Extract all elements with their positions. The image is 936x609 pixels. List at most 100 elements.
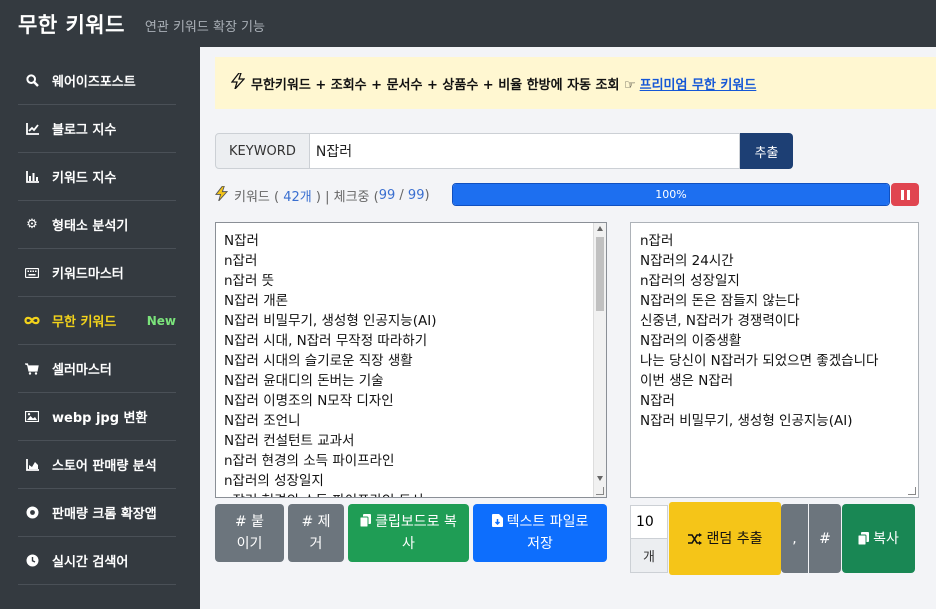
list-item: N잡러의 24시간 [640, 253, 734, 269]
sidebar-item-morpheme[interactable]: ⚙ 형태소 분석기 [18, 201, 176, 249]
comma-button[interactable]: , [781, 504, 808, 573]
scrollbar-thumb[interactable] [596, 237, 604, 311]
sidebar-item-label: 키워드 지수 [52, 171, 117, 186]
add-hash-button[interactable]: # 붙이기 [215, 504, 284, 562]
count-input[interactable] [630, 505, 668, 539]
shuffle-icon [687, 532, 702, 545]
save-text-button[interactable]: 텍스트 파일로 저장 [473, 504, 607, 562]
list-item: n잡러의 성장일지 [224, 473, 324, 489]
keyword-list-left[interactable]: N잡러 n잡러 n잡러 뜻 N잡러 개론 N잡러 비밀무기, 생성형 인공지능(AI) N… [215, 222, 607, 498]
resize-handle[interactable] [596, 487, 604, 495]
checked-count: 99 [378, 187, 396, 203]
sidebar-item-keyword-master[interactable]: 키워드마스터 [18, 249, 176, 297]
pause-icon [906, 189, 910, 200]
sidebar-item-label: 판매량 크롬 확장앱 [52, 507, 157, 522]
save-text-label: 텍스트 파일로 저장 [506, 514, 589, 552]
clipboard-copy-button[interactable]: 클립보드로 복사 [348, 504, 469, 562]
sidebar-item-chrome-extension[interactable]: 판매량 크롬 확장앱 [18, 489, 176, 537]
status-sep: / [399, 187, 404, 203]
line-chart-icon [24, 121, 40, 137]
new-badge: New [146, 313, 176, 328]
resize-handle[interactable] [908, 487, 916, 495]
sidebar-item-webp-convert[interactable]: webp jpg 변환 [18, 393, 176, 441]
total-count: 99 [407, 187, 425, 203]
list-item: N잡러 시대, N잡러 무작정 따라하기 [224, 333, 428, 349]
pause-button[interactable] [891, 183, 919, 206]
list-item: N잡러 이명조의 N모작 디자인 [224, 393, 394, 409]
keyword-input[interactable] [309, 133, 741, 169]
status-label: 키워드 ( [234, 189, 280, 205]
list-item: N잡러 윤대디의 돈버는 기술 [224, 373, 384, 389]
status-end: ) [424, 187, 430, 203]
count-suffix: 개 [630, 539, 668, 573]
bolt-icon [214, 185, 229, 205]
list-item: n잡러 뜻 [224, 273, 275, 289]
image-icon [24, 409, 40, 425]
add-hash-label: # 붙이기 [234, 514, 265, 552]
list-item: N잡러 컨설턴트 교과서 [224, 433, 355, 449]
list-item: N잡러 조언니 [224, 413, 301, 429]
copy-button[interactable]: 복사 [842, 504, 915, 573]
copy-icon [359, 514, 372, 528]
status-mid: ) | 체크중 ( [315, 189, 379, 205]
sidebar-item-label: 스토어 판매량 분석 [52, 459, 157, 474]
list-item: n잡러 [224, 253, 258, 269]
brand-subtitle: 연관 키워드 확장 기능 [144, 20, 265, 35]
sidebar-item-label: 형태소 분석기 [52, 219, 129, 234]
keyword-status: 키워드 ( 42개 ) | 체크중 (99 / 99) [214, 184, 430, 206]
sidebar-item-seller-master[interactable]: 셀러마스터 [18, 345, 176, 393]
sidebar-item-label: 키워드마스터 [52, 267, 124, 282]
scroll-up-icon [597, 226, 603, 231]
sidebar-item-keyword-index[interactable]: 키워드 지수 [18, 153, 176, 201]
sidebar-item-label: 실시간 검색어 [52, 555, 129, 570]
keyword-input-group: KEYWORD 추출 [215, 133, 793, 169]
cart-icon [24, 361, 40, 377]
scrollbar[interactable] [593, 223, 606, 497]
list-item: N잡러 비밀무기, 생성형 인공지능(AI) [640, 413, 853, 429]
premium-banner: 무한키워드 + 조회수 + 문서수 + 상품수 + 비율 한방에 자동 조회 ☞… [215, 57, 936, 109]
clock-icon [24, 553, 40, 569]
random-extract-button[interactable]: 랜덤 추출 [669, 502, 781, 575]
pause-icon [900, 189, 904, 200]
hash-button[interactable]: # [809, 504, 841, 573]
banner-text: 무한키워드 + 조회수 + 문서수 + 상품수 + 비율 한방에 자동 조회 ☞ [251, 77, 636, 93]
search-icon [24, 73, 40, 89]
copy-icon [858, 532, 870, 545]
premium-link[interactable]: 프리미엄 무한 키워드 [640, 74, 757, 93]
progress-fill: 100% [453, 184, 889, 205]
bar-chart-icon [24, 169, 40, 185]
list-item: N잡러의 이중생활 [640, 333, 742, 349]
list-item: N잡러 개론 [224, 293, 289, 309]
list-item: N잡러 [640, 393, 675, 409]
sidebar: 웨어이즈포스트 블로그 지수 키워드 지수 ⚙ 형태소 분석기 키워드마스터 무… [0, 47, 200, 609]
remove-hash-button[interactable]: # 제거 [288, 504, 344, 562]
sidebar-item-blog-index[interactable]: 블로그 지수 [18, 105, 176, 153]
sidebar-item-whereispost[interactable]: 웨어이즈포스트 [18, 57, 176, 105]
sidebar-item-store-sales[interactable]: 스토어 판매량 분석 [18, 441, 176, 489]
scroll-down-icon [597, 476, 603, 481]
sidebar-item-label: 웨어이즈포스트 [52, 75, 136, 90]
right-list-lines: n잡러 N잡러의 24시간 n잡러의 성장일지 N잡러의 돈은 잠들지 않는다 신중년,… [640, 231, 918, 431]
keyword-list-right[interactable]: n잡러 N잡러의 24시간 n잡러의 성장일지 N잡러의 돈은 잠들지 않는다 신중년,… [630, 222, 919, 498]
keyword-count: 42개 [283, 189, 312, 205]
sidebar-item-realtime-search[interactable]: 실시간 검색어 [18, 537, 176, 585]
list-item: N잡러의 돈은 잠들지 않는다 [640, 293, 800, 309]
infinity-icon [24, 313, 40, 329]
list-item: 이번 생은 N잡러 [640, 373, 734, 389]
sidebar-item-infinite-keyword[interactable]: 무한 키워드 New [18, 297, 176, 345]
list-item: n잡러의 성장일지 [640, 273, 740, 289]
list-item: N잡러 비밀무기, 생성형 인공지능(AI) [224, 313, 437, 329]
gear-icon: ⚙ [26, 217, 38, 232]
remove-hash-label: # 제거 [301, 514, 331, 552]
extract-button[interactable]: 추출 [740, 133, 793, 169]
sidebar-item-label: webp jpg 변환 [52, 411, 148, 426]
list-item: 나는 당신이 N잡러가 되었으면 좋겠습니다 [640, 353, 879, 369]
file-download-icon [491, 514, 503, 527]
clipboard-copy-content: 클립보드로 복사 [359, 511, 459, 555]
list-item: 신중년, N잡러가 경쟁력이다 [640, 313, 800, 329]
top-header: 무한 키워드 연관 키워드 확장 기능 [0, 0, 936, 47]
left-list-lines: N잡러 n잡러 n잡러 뜻 N잡러 개론 N잡러 비밀무기, 생성형 인공지능(AI) N… [224, 231, 606, 497]
keyboard-icon [24, 265, 40, 281]
brand-title[interactable]: 무한 키워드 [18, 9, 125, 39]
list-item: n잡러 현경의 소득 파이프라인 [224, 453, 395, 469]
